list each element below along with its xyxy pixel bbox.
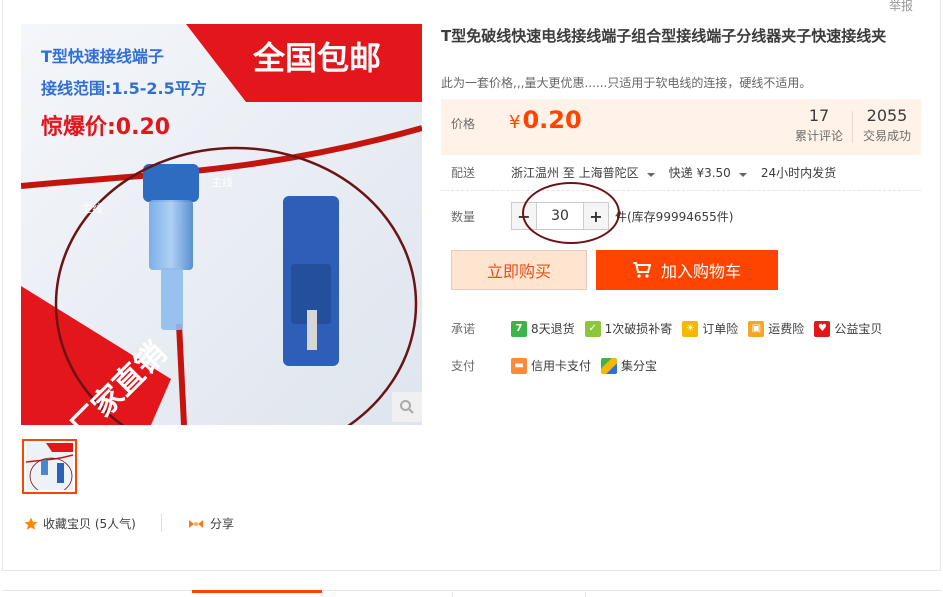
product-title: T型免破线快速电线接线端子组合型接线端子分线器夹子快速接线夹 [441, 27, 887, 45]
share-link[interactable]: 分享 [188, 515, 234, 532]
product-page: 举报 T型快速接线端子 接线范围:1.5-2.5平方 惊爆价:0.20 全国包邮… [0, 0, 943, 597]
detail-tabs-bar [2, 590, 941, 597]
truck-icon: ▣ [748, 320, 765, 337]
banner-free-shipping: 全国包邮 [252, 39, 381, 77]
cart-icon [632, 262, 651, 278]
payment-row: 支付 ▬ 信用卡支付 集分宝 [451, 357, 667, 374]
quantity-increase-button[interactable]: + [583, 202, 609, 230]
stat-divider [852, 111, 853, 143]
quantity-decrease-button[interactable]: − [511, 202, 537, 230]
delivery-route-text: 浙江温州 至 上海普陀区 [511, 166, 639, 180]
connector-body [149, 200, 193, 270]
delivery-label: 配送 [451, 166, 476, 180]
share-label: 分享 [210, 517, 235, 531]
banner-line3: 惊爆价:0.20 [41, 114, 170, 140]
return-7-icon: 7 [511, 320, 527, 337]
quantity-row: 数量 − 30 + 件(库存99994655件) [451, 202, 733, 230]
thumbnail-1[interactable] [22, 439, 77, 494]
quantity-label: 数量 [451, 209, 476, 224]
sold-label: 交易成功 [862, 129, 911, 143]
favorite-label: 收藏宝贝 (5人气) [43, 517, 136, 531]
promise-row: 承诺 7 8天退货 ✓ 1次破损补寄 ☀ 订单险 ▣ 运费险 ♥ 公益宝贝 [451, 320, 892, 337]
promise-label: 承诺 [451, 322, 476, 336]
connector-cap [143, 164, 199, 202]
star-icon [24, 517, 38, 530]
tab-active-indicator[interactable] [192, 590, 322, 593]
promise-item-label: 8天退货 [531, 322, 575, 336]
reviews-label: 累计评论 [794, 129, 843, 143]
reviews-stat[interactable]: 17 累计评论 [787, 105, 851, 144]
payment-label: 支付 [451, 359, 476, 373]
promise-item-label: 公益宝贝 [834, 322, 883, 336]
add-to-cart-button[interactable]: 加入购物车 [596, 250, 778, 290]
quantity-input[interactable]: 30 [537, 202, 583, 230]
sold-count: 2055 [866, 106, 908, 125]
promise-item-return[interactable]: 7 8天退货 [511, 320, 575, 337]
currency-symbol: ¥ [509, 112, 521, 133]
shipping-select[interactable]: 快递 ¥3.50 [669, 164, 747, 181]
payment-item-label: 集分宝 [621, 359, 658, 373]
promise-item-shipping-insurance[interactable]: ▣ 运费险 [748, 320, 804, 337]
promise-item-damage[interactable]: ✓ 1次破损补寄 [584, 320, 673, 337]
chevron-down-icon [738, 173, 747, 177]
payment-item-jifenbao[interactable]: 集分宝 [601, 357, 657, 374]
product-subtitle: 此为一套价格,,,量大更优惠......只适用于软电线的连接，硬线不适用。 [441, 76, 812, 90]
dispatch-time: 24小时内发货 [760, 166, 837, 180]
buy-now-button[interactable]: 立即购买 [451, 250, 587, 290]
connector-tail [161, 268, 183, 330]
quantity-stepper: − 30 + [511, 202, 609, 230]
separator [441, 190, 921, 191]
heart-icon: ♥ [814, 320, 831, 337]
tab-divider [452, 592, 453, 597]
divider [161, 514, 162, 532]
promise-item-order-insurance[interactable]: ☀ 订单险 [682, 320, 738, 337]
delivery-row: 配送 浙江温州 至 上海普陀区 快递 ¥3.50 24小时内发货 [451, 164, 836, 181]
stock-info: 件(库存99994655件) [615, 209, 734, 224]
wire-label-right: 主线 [211, 175, 233, 189]
price-label: 价格 [451, 117, 476, 131]
tab-divider [585, 592, 586, 597]
magnifier-icon [400, 400, 414, 414]
shield-icon: ✓ [584, 320, 601, 337]
report-link[interactable]: 举报 [889, 0, 913, 14]
tab-divider [322, 592, 323, 597]
add-to-cart-label: 加入购物车 [660, 262, 741, 281]
wire-label-left: 主线 [81, 201, 103, 215]
main-product-image[interactable]: T型快速接线端子 接线范围:1.5-2.5平方 惊爆价:0.20 全国包邮 主线… [21, 24, 422, 425]
price-box: 价格 ¥0.20 17 累计评论 2055 交易成功 [441, 99, 921, 155]
price-number: 0.20 [522, 106, 582, 134]
favorite-link[interactable]: 收藏宝贝 (5人气) [24, 515, 136, 532]
share-icon [189, 519, 203, 528]
thumbnail-image [25, 443, 74, 492]
splice-block [283, 196, 339, 366]
jifenbao-icon [601, 357, 618, 374]
product-photo: T型快速接线端子 接线范围:1.5-2.5平方 惊爆价:0.20 全国包邮 主线… [21, 24, 422, 425]
promise-item-label: 订单险 [702, 322, 739, 336]
sun-icon: ☀ [682, 320, 699, 337]
payment-item-credit-card[interactable]: ▬ 信用卡支付 [511, 357, 591, 374]
reviews-count: 17 [808, 106, 830, 125]
shipping-text: 快递 ¥3.50 [668, 166, 731, 180]
banner-line2: 接线范围:1.5-2.5平方 [41, 79, 207, 98]
sold-stat: 2055 交易成功 [855, 105, 919, 144]
price-value: ¥0.20 [509, 106, 582, 134]
delivery-route[interactable]: 浙江温州 至 上海普陀区 [511, 164, 655, 181]
payment-item-label: 信用卡支付 [531, 359, 592, 373]
promise-item-charity[interactable]: ♥ 公益宝贝 [814, 320, 882, 337]
chevron-down-icon [646, 173, 655, 177]
zoom-button[interactable] [392, 392, 422, 422]
credit-card-icon: ▬ [511, 357, 527, 374]
banner-line1: T型快速接线端子 [41, 47, 164, 66]
promise-item-label: 1次破损补寄 [604, 322, 673, 336]
promise-item-label: 运费险 [768, 322, 805, 336]
